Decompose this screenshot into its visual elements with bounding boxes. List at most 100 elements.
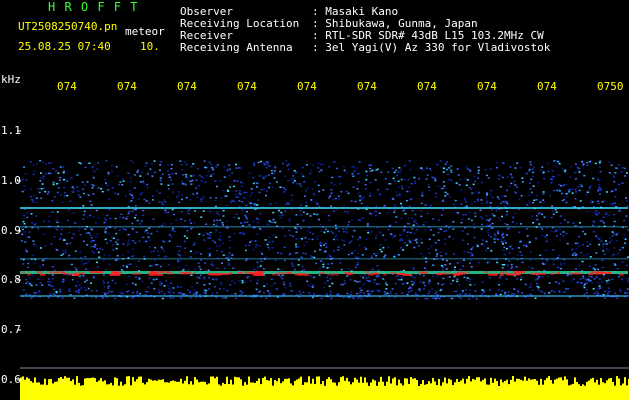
- noise-pixel: [581, 260, 584, 263]
- noise-pixel: [393, 171, 396, 174]
- level-bar: [582, 384, 584, 400]
- level-bar: [160, 379, 162, 400]
- noise-pixel: [246, 210, 248, 213]
- noise-pixel: [78, 277, 81, 279]
- noise-pixel: [296, 182, 299, 185]
- noise-pixel: [24, 241, 27, 243]
- noise-pixel: [543, 177, 546, 180]
- noise-pixel: [555, 281, 558, 283]
- noise-pixel: [541, 166, 544, 168]
- noise-pixel: [411, 217, 413, 220]
- noise-pixel: [560, 262, 563, 264]
- noise-pixel: [461, 291, 464, 293]
- noise-pixel: [318, 267, 321, 270]
- noise-pixel: [141, 280, 144, 283]
- noise-pixel: [416, 298, 419, 300]
- noise-pixel: [228, 236, 231, 238]
- noise-pixel: [172, 292, 175, 294]
- noise-pixel: [382, 205, 385, 208]
- noise-pixel: [507, 264, 509, 267]
- noise-pixel: [252, 220, 255, 223]
- noise-pixel: [486, 200, 489, 203]
- noise-pixel: [312, 193, 315, 195]
- noise-pixel: [63, 187, 66, 189]
- noise-pixel: [336, 167, 338, 170]
- noise-pixel: [486, 192, 489, 195]
- level-bar: [588, 380, 590, 400]
- noise-pixel: [334, 197, 337, 200]
- noise-pixel: [246, 217, 248, 220]
- noise-pixel: [135, 214, 138, 216]
- noise-pixel: [598, 238, 601, 240]
- level-bar: [606, 380, 608, 400]
- noise-pixel: [47, 296, 50, 299]
- noise-pixel: [300, 185, 303, 187]
- noise-pixel: [474, 180, 476, 183]
- noise-pixel: [484, 169, 487, 171]
- level-bar: [202, 381, 204, 400]
- noise-pixel: [44, 172, 47, 175]
- noise-pixel: [284, 189, 287, 191]
- noise-pixel: [510, 263, 513, 266]
- level-bar: [322, 381, 324, 400]
- noise-pixel: [157, 254, 160, 257]
- level-bar: [552, 383, 554, 400]
- echo-segment: [535, 272, 547, 275]
- noise-pixel: [599, 170, 602, 173]
- noise-pixel: [314, 181, 316, 183]
- noise-pixel: [351, 172, 354, 175]
- noise-pixel: [273, 177, 276, 179]
- noise-pixel: [94, 244, 97, 246]
- noise-pixel: [25, 278, 28, 281]
- noise-pixel: [267, 290, 269, 292]
- noise-pixel: [272, 234, 275, 236]
- noise-pixel: [270, 285, 273, 287]
- noise-pixel: [376, 265, 379, 267]
- level-bar: [424, 384, 426, 400]
- noise-pixel: [185, 264, 188, 267]
- level-bar: [130, 385, 132, 400]
- noise-pixel: [535, 195, 538, 197]
- noise-pixel: [131, 227, 134, 230]
- noise-pixel: [301, 166, 304, 169]
- noise-pixel: [506, 202, 509, 205]
- level-bar: [290, 383, 292, 400]
- noise-pixel: [559, 233, 562, 235]
- noise-pixel: [106, 214, 109, 217]
- noise-pixel: [295, 231, 298, 233]
- noise-pixel: [431, 288, 434, 290]
- noise-pixel: [598, 285, 601, 287]
- noise-pixel: [318, 218, 320, 221]
- noise-pixel: [486, 194, 488, 196]
- noise-pixel: [333, 184, 336, 186]
- noise-pixel: [50, 162, 53, 164]
- noise-pixel: [155, 278, 158, 280]
- level-bar: [88, 378, 90, 400]
- noise-pixel: [69, 200, 72, 202]
- noise-pixel: [603, 253, 606, 255]
- noise-pixel: [525, 228, 528, 230]
- noise-pixel: [51, 211, 54, 213]
- noise-pixel: [358, 280, 361, 283]
- noise-pixel: [354, 280, 357, 282]
- noise-pixel: [22, 228, 24, 231]
- noise-pixel: [82, 263, 85, 266]
- noise-pixel: [248, 200, 251, 203]
- noise-pixel: [364, 188, 367, 190]
- noise-pixel: [95, 290, 98, 292]
- noise-pixel: [529, 163, 532, 166]
- noise-pixel: [383, 290, 386, 293]
- noise-pixel: [572, 188, 574, 190]
- noise-pixel: [481, 289, 484, 291]
- noise-pixel: [300, 214, 303, 216]
- noise-pixel: [496, 238, 499, 241]
- level-bar: [434, 381, 436, 400]
- noise-pixel: [137, 169, 139, 172]
- noise-pixel: [418, 177, 420, 180]
- level-bar: [138, 376, 140, 400]
- noise-pixel: [348, 242, 351, 244]
- noise-pixel: [56, 211, 59, 213]
- noise-pixel: [369, 170, 372, 172]
- noise-pixel: [451, 297, 454, 300]
- noise-pixel: [220, 235, 223, 238]
